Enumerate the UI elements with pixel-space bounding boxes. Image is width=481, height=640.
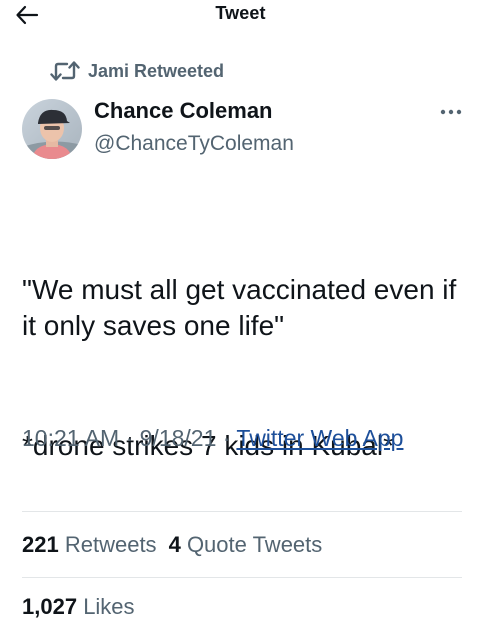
tweet-source-link[interactable]: Twitter Web App	[236, 425, 403, 451]
meta-separator: ·	[216, 425, 237, 451]
likes-label: Likes	[83, 594, 135, 619]
engagement-stats: 221 Retweets 4 Quote Tweets	[22, 532, 322, 558]
author-name[interactable]: Chance Coleman	[94, 98, 273, 124]
more-button[interactable]	[436, 101, 466, 123]
divider	[22, 577, 462, 578]
retweets-label: Retweets	[64, 532, 157, 557]
tweet-date[interactable]: 9/18/21	[140, 425, 217, 451]
top-bar: Tweet	[0, 0, 481, 34]
author-handle[interactable]: @ChanceTyColeman	[94, 132, 294, 156]
retweets-stat[interactable]: 221 Retweets	[22, 532, 157, 558]
likes-stat[interactable]: 1,027 Likes	[22, 594, 135, 620]
page-title: Tweet	[215, 3, 266, 23]
tweet-text: "We must all get vaccinated even if it o…	[22, 200, 470, 500]
more-horizontal-icon	[440, 109, 462, 115]
social-context[interactable]: Jami Retweeted	[50, 60, 224, 82]
likes-count: 1,027	[22, 594, 78, 619]
tweet-paragraph: "We must all get vaccinated even if it o…	[22, 274, 465, 341]
retweets-count: 221	[22, 532, 59, 557]
quote-tweets-count: 4	[168, 532, 181, 557]
quote-tweets-label: Quote Tweets	[186, 532, 323, 557]
meta-separator: ·	[119, 425, 140, 451]
divider	[22, 511, 462, 512]
quote-tweets-stat[interactable]: 4 Quote Tweets	[169, 532, 323, 558]
tweet-time[interactable]: 10:21 AM	[22, 425, 119, 451]
user-avatar	[22, 99, 82, 159]
avatar[interactable]	[22, 99, 82, 159]
retweet-icon	[50, 60, 80, 82]
social-context-text: Jami Retweeted	[88, 60, 225, 81]
tweet-metadata: 10:21 AM · 9/18/21 · Twitter Web App	[22, 422, 462, 455]
